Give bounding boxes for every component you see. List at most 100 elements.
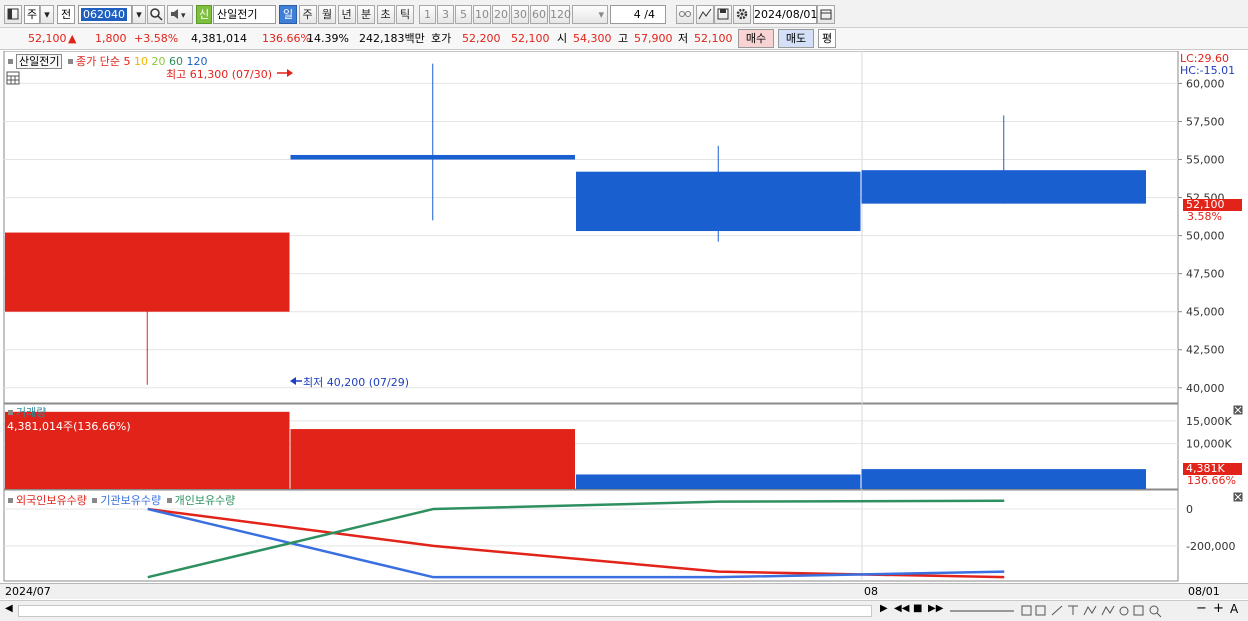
prev-button[interactable]: 전 [57,5,75,24]
calendar-icon[interactable] [817,5,835,24]
stock-name-box[interactable]: 산일전기 [16,54,63,69]
interval-button[interactable]: 120 [549,5,571,24]
gear-icon[interactable] [733,5,751,24]
stock-code-input[interactable]: 062040 [78,5,132,24]
panel-marker-icon [166,498,172,503]
low-annotation-text: 최저 40,200 (07/29) [303,376,410,389]
panel-marker-icon [8,498,13,503]
window-layout-icon[interactable] [4,5,22,24]
ma-period-label: 10 [130,55,148,68]
low-price: 52,100 [694,32,733,45]
volume-tick-label: 15,000K [1186,415,1232,428]
current-pct-tag: 3.58% [1187,210,1222,223]
draw-tool-icon[interactable] [696,5,714,24]
price-tick-label: 50,000 [1186,230,1225,243]
interval-button[interactable]: 60 [530,5,548,24]
foreign-holdings-label: 외국인보유수량 [16,494,87,507]
zoom-slider[interactable] [950,610,1014,612]
holdings-lines [147,499,1005,579]
interval-button[interactable]: 5 [455,5,472,24]
zoom-in-icon[interactable]: + [1213,601,1224,616]
x-axis-bar: 2024/07 08 08/01 [0,583,1248,599]
volume-bars [5,411,1146,489]
stock-code-value: 062040 [81,8,127,21]
date-field[interactable]: 2024/08/01 [753,5,817,24]
interval-button[interactable]: 10 [473,5,491,24]
arrow-left-icon [290,377,302,385]
zoom-out-icon[interactable]: − [1196,601,1207,616]
font-size-icon[interactable]: A [1230,602,1238,616]
timeframe-button[interactable]: 분 [357,5,375,24]
trade-amount: 242,183백만 [359,32,425,45]
price-tick-label: 45,000 [1186,306,1225,319]
panel-marker-icon [8,59,13,64]
panel-close-icon[interactable] [1233,405,1243,418]
fast-forward-icon[interactable]: ▶▶ [928,603,943,614]
price-tick-label: 40,000 [1186,382,1225,395]
price-tick-label: 57,500 [1186,115,1225,128]
sell-button[interactable]: 매도 [778,29,814,48]
institution-holdings-label: 기관보유수량 [100,494,162,507]
holdings-line [147,507,1005,579]
candle-body [576,171,861,232]
interval-button[interactable]: 30 [511,5,529,24]
holdings-tick-label: 0 [1186,503,1193,516]
ask-price: 52,100 [511,32,550,45]
volume-value: 4,381,014 [191,32,247,45]
price-tick-label: 47,500 [1186,268,1225,281]
volume-info: 4,381,014주(136.66%) [7,420,131,433]
timeframe-button[interactable]: 초 [376,5,395,24]
grid-table-icon[interactable] [6,71,20,88]
panel-marker-icon [8,410,13,415]
play-icon[interactable]: ▶ [880,603,888,614]
average-button[interactable]: 평 [818,29,836,48]
interval-button[interactable]: 1 [419,5,436,24]
current-price: 52,100 [28,32,67,45]
high-annotation: 최고 61,300 (07/30) [166,66,294,82]
drawing-tools[interactable] [1020,603,1180,619]
high-label: 고 [618,32,629,45]
volume-pct-tag: 136.66% [1187,474,1236,487]
chevron-down-icon[interactable]: ▾ [40,5,54,24]
quote-bar: 52,100 ▲ 1,800 +3.58% 4,381,014 136.66% … [0,28,1248,50]
stock-name-field[interactable]: 산일전기 [213,5,276,24]
timeframe-button[interactable]: 주 [298,5,317,24]
scroll-track[interactable] [18,605,872,617]
price-tick-label: 55,000 [1186,154,1225,167]
bid-price: 52,200 [462,32,501,45]
price-change: 1,800 [95,32,127,45]
x-label-date: 08/01 [1188,585,1220,598]
interval-button[interactable]: 20 [492,5,510,24]
search-icon[interactable] [147,5,165,24]
link-icon[interactable] [676,5,694,24]
timeframe-button[interactable]: 틱 [396,5,414,24]
price-tick-label: 42,500 [1186,344,1225,357]
timeframe-button[interactable]: 일 [279,5,297,24]
rewind-icon[interactable]: ◀◀ [894,603,909,614]
interval-dropdown[interactable]: ▾ [572,5,608,24]
save-icon[interactable] [714,5,732,24]
low-annotation: 최저 40,200 (07/29) [289,374,409,390]
interval-button[interactable]: 3 [437,5,454,24]
new-listing-badge: 신 [196,5,212,24]
buy-button[interactable]: 매수 [738,29,774,48]
ma-period-label: 20 [147,55,166,68]
page-counter: 4 /4 [610,5,666,24]
speaker-icon[interactable]: ▾ [167,5,193,24]
bottom-controls: ◀ ▶ ◀◀ ■ ▶▶ − + A [0,600,1248,621]
panel-marker-icon [92,498,98,503]
panel-close-icon[interactable] [1233,492,1243,505]
volume-tick-label: 10,000K [1186,438,1232,451]
x-label-month: 2024/07 [5,585,51,598]
scroll-left-icon[interactable]: ◀ [5,603,13,614]
chevron-down-icon[interactable]: ▾ [132,5,146,24]
low-label: 저 [678,32,689,45]
timeframe-button[interactable]: 월 [318,5,336,24]
period-dropdown[interactable]: 주 [24,5,40,24]
timeframe-button[interactable]: 년 [337,5,356,24]
main-toolbar: 주 ▾ 전 062040 ▾ ▾ 신 산일전기 ▾ 4 /4 2024/08/0… [0,0,1248,28]
up-arrow-icon: ▲ [68,32,77,45]
stop-icon[interactable]: ■ [913,603,922,614]
volume-bar [576,474,861,489]
candle-body [290,154,575,160]
